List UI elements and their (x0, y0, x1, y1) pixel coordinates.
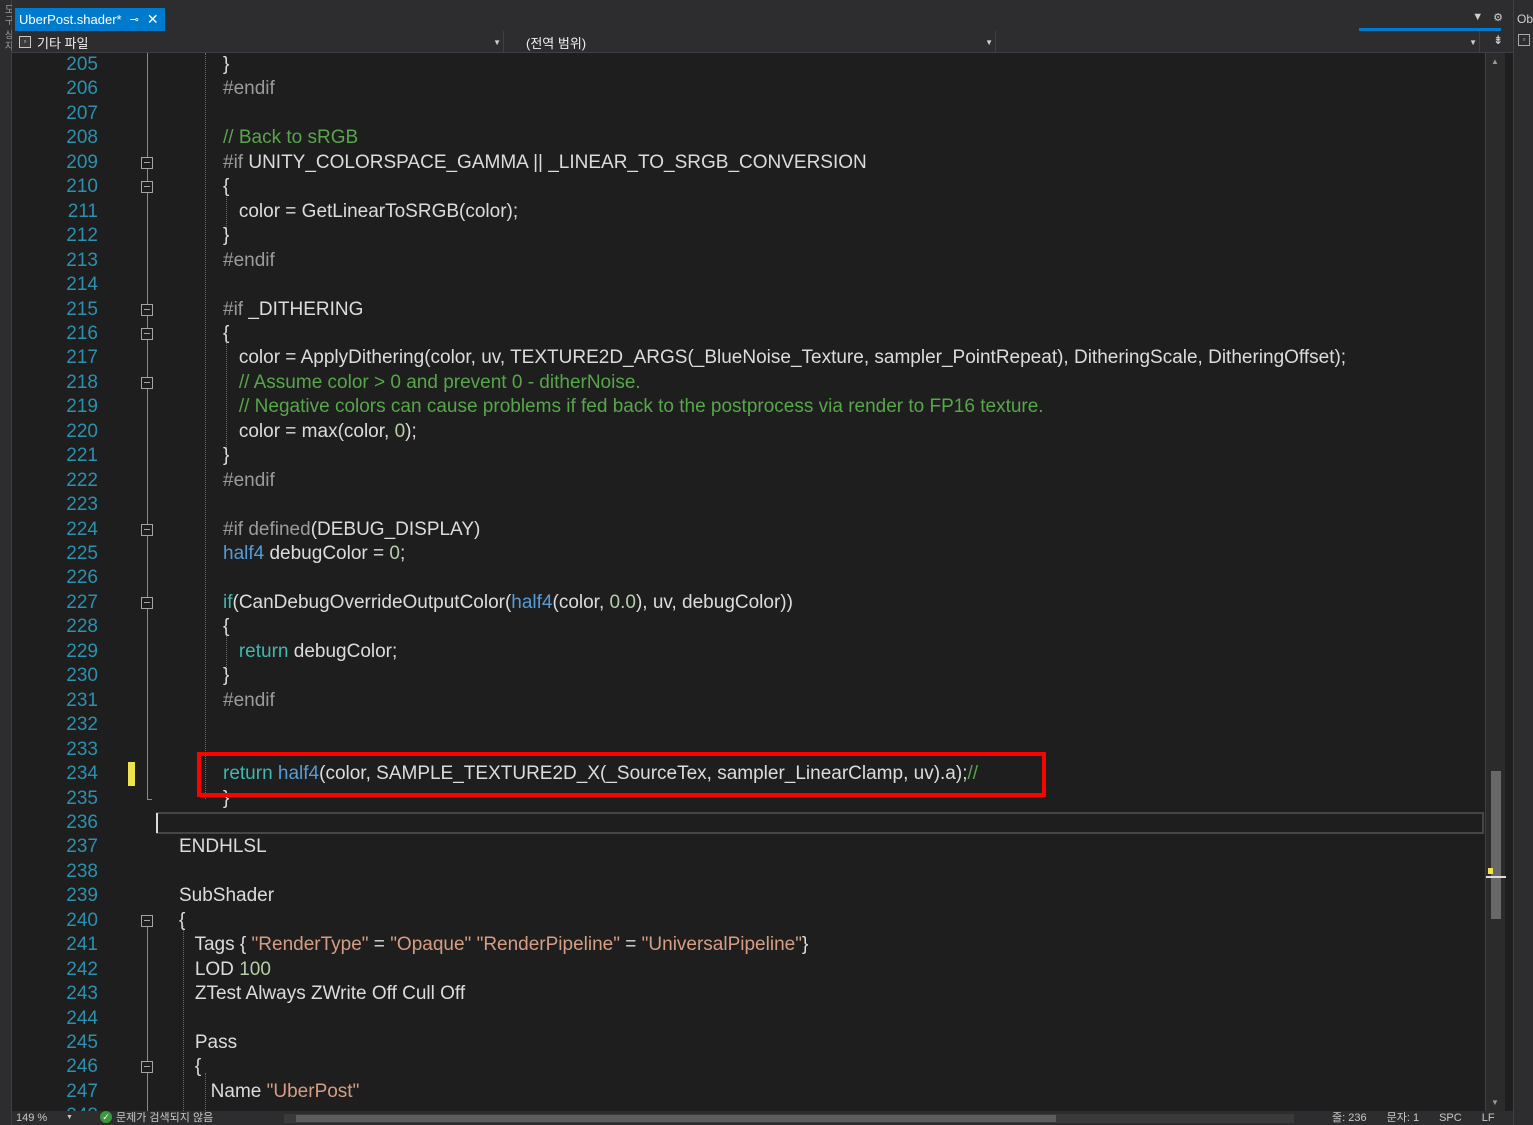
code-line[interactable]: #endif (223, 249, 275, 273)
project-dropdown[interactable]: ▫ 기타 파일 ▼ (16, 31, 504, 53)
text-caret (156, 813, 158, 833)
scope-dropdown[interactable]: (전역 범위) ▼ (520, 31, 996, 53)
scrollbar-change-marker (1488, 868, 1493, 874)
tab-uberpost-shader[interactable]: UberPost.shader* ⊸ ✕ (15, 8, 165, 31)
code-line[interactable]: Pass (179, 1031, 237, 1055)
collapse-region-icon[interactable] (141, 596, 153, 609)
settings-gear-icon[interactable]: ⚙ (1493, 11, 1503, 24)
code-line[interactable]: // Assume color > 0 and prevent 0 - dith… (223, 371, 641, 395)
code-line[interactable]: ZTest Always ZWrite Off Cull Off (179, 982, 465, 1006)
outline-end (147, 799, 152, 800)
column-indicator[interactable]: 문자: 1 (1387, 1111, 1419, 1125)
toolbox-tab-label[interactable]: 도구 상자 (0, 4, 13, 52)
code-line[interactable]: } (223, 664, 229, 688)
tab-title: UberPost.shader* (19, 12, 122, 27)
tab-dropdown-icon[interactable]: ▼ (1472, 11, 1483, 24)
code-line[interactable]: { (223, 175, 229, 199)
code-line[interactable]: { (223, 615, 229, 639)
code-line[interactable]: ENDHLSL (179, 835, 267, 859)
code-line[interactable]: { (179, 909, 185, 933)
code-line[interactable]: #endif (223, 689, 275, 713)
collapse-region-icon[interactable] (141, 303, 153, 316)
code-line[interactable]: return debugColor; (223, 640, 397, 664)
code-line[interactable]: #if UNITY_COLORSPACE_GAMMA || _LINEAR_TO… (223, 151, 867, 175)
check-circle-icon: ✓ (100, 1111, 112, 1123)
close-icon[interactable]: ✕ (147, 11, 159, 28)
code-line[interactable]: color = ApplyDithering(color, uv, TEXTUR… (223, 346, 1346, 370)
code-line[interactable]: } (223, 53, 229, 77)
outlining-margin (40, 53, 153, 1111)
code-line[interactable]: #endif (223, 77, 275, 101)
line-indicator[interactable]: 줄: 236 (1332, 1111, 1367, 1125)
code-line[interactable]: color = max(color, 0); (223, 420, 417, 444)
indent-guide (205, 53, 206, 799)
navigation-bar: ▫ 기타 파일 ▼ (전역 범위) ▼ ▼ ⇟ (12, 31, 1513, 53)
issues-text: 문제가 검색되지 않음 (116, 1112, 214, 1124)
code-line[interactable]: { (223, 322, 229, 346)
window-icon[interactable]: ▫ (1518, 34, 1530, 46)
code-line[interactable]: #endif (223, 469, 275, 493)
code-line[interactable]: Tags { "RenderType" = "Opaque" "RenderPi… (179, 933, 808, 957)
code-line[interactable]: } (223, 444, 229, 468)
left-dock-strip[interactable]: 도구 상자 (0, 0, 13, 1125)
collapse-region-icon[interactable] (141, 914, 153, 927)
vertical-scroll-thumb[interactable] (1491, 771, 1501, 919)
pin-icon[interactable]: ⊸ (130, 13, 139, 26)
code-line[interactable]: Name "UberPost" (179, 1080, 360, 1104)
whitespace-mode[interactable]: SPC (1439, 1111, 1462, 1125)
code-line[interactable]: SubShader (179, 884, 274, 908)
scrollbar-caret-marker (1486, 876, 1506, 878)
collapse-region-icon[interactable] (141, 376, 153, 389)
code-line[interactable]: // Back to sRGB (223, 126, 358, 150)
horizontal-scrollbar[interactable] (284, 1114, 1294, 1123)
current-line-highlight (156, 812, 1484, 834)
code-line[interactable]: { (179, 1055, 201, 1079)
horizontal-scroll-thumb[interactable] (296, 1115, 1056, 1122)
cursor-position-info: 줄: 236 문자: 1 SPC LF (1332, 1111, 1495, 1125)
annotation-highlight-box (197, 752, 1046, 797)
outline-line (147, 927, 148, 1111)
member-dropdown[interactable]: ▼ (1002, 31, 1480, 53)
scope-dropdown-label: (전역 범위) (526, 35, 587, 51)
code-line[interactable]: half4 debugColor = 0; (223, 542, 405, 566)
split-window-icon[interactable]: ⇟ (1490, 33, 1506, 50)
document-tab-strip: UberPost.shader* ⊸ ✕ ▼ ⚙ (12, 0, 1513, 31)
zoom-level[interactable]: 149 % (16, 1111, 47, 1125)
collapse-region-icon[interactable] (141, 523, 153, 536)
right-dock-strip[interactable]: Ob ▫ (1513, 0, 1533, 1125)
line-ending-mode[interactable]: LF (1482, 1111, 1495, 1125)
code-line[interactable]: if(CanDebugOverrideOutputColor(half4(col… (223, 591, 793, 615)
editor-status-bar: 149 % ▼ ✓ 문제가 검색되지 않음 줄: 236 문자: 1 SPC L… (12, 1111, 1513, 1125)
code-line[interactable]: #if defined(DEBUG_DISPLAY) (223, 518, 480, 542)
collapse-region-icon[interactable] (141, 181, 153, 194)
code-line[interactable]: LOD 100 (179, 958, 271, 982)
tab-tools: ▼ ⚙ (1472, 11, 1503, 24)
vertical-scrollbar[interactable]: ▲ ▼ (1485, 53, 1506, 1111)
zoom-dropdown-icon[interactable]: ▼ (66, 1111, 73, 1125)
scroll-down-icon[interactable]: ▼ (1491, 1098, 1499, 1107)
project-dropdown-label: 기타 파일 (37, 35, 89, 51)
chevron-down-icon: ▼ (985, 37, 993, 47)
code-line[interactable]: #if _DITHERING (223, 298, 363, 322)
collapse-region-icon[interactable] (141, 327, 153, 340)
issues-indicator[interactable]: ✓ 문제가 검색되지 않음 (100, 1111, 213, 1125)
code-line[interactable]: color = GetLinearToSRGB(color); (223, 200, 518, 224)
unsaved-change-marker (128, 762, 135, 786)
code-editor[interactable]: 205 206 207 208 209 210 211 212 213 214 215 216 217 2… (12, 53, 1485, 1111)
code-line[interactable]: // Negative colors can cause problems if… (223, 395, 1044, 419)
misc-files-icon: ▫ (19, 36, 31, 48)
chevron-down-icon: ▼ (493, 37, 501, 47)
code-line[interactable]: } (223, 224, 229, 248)
object-browser-tab-label[interactable]: Ob (1517, 12, 1533, 26)
collapse-region-icon[interactable] (141, 156, 153, 169)
chevron-down-icon: ▼ (1469, 37, 1477, 47)
collapse-region-icon[interactable] (141, 1061, 153, 1074)
scroll-up-icon[interactable]: ▲ (1491, 57, 1499, 66)
